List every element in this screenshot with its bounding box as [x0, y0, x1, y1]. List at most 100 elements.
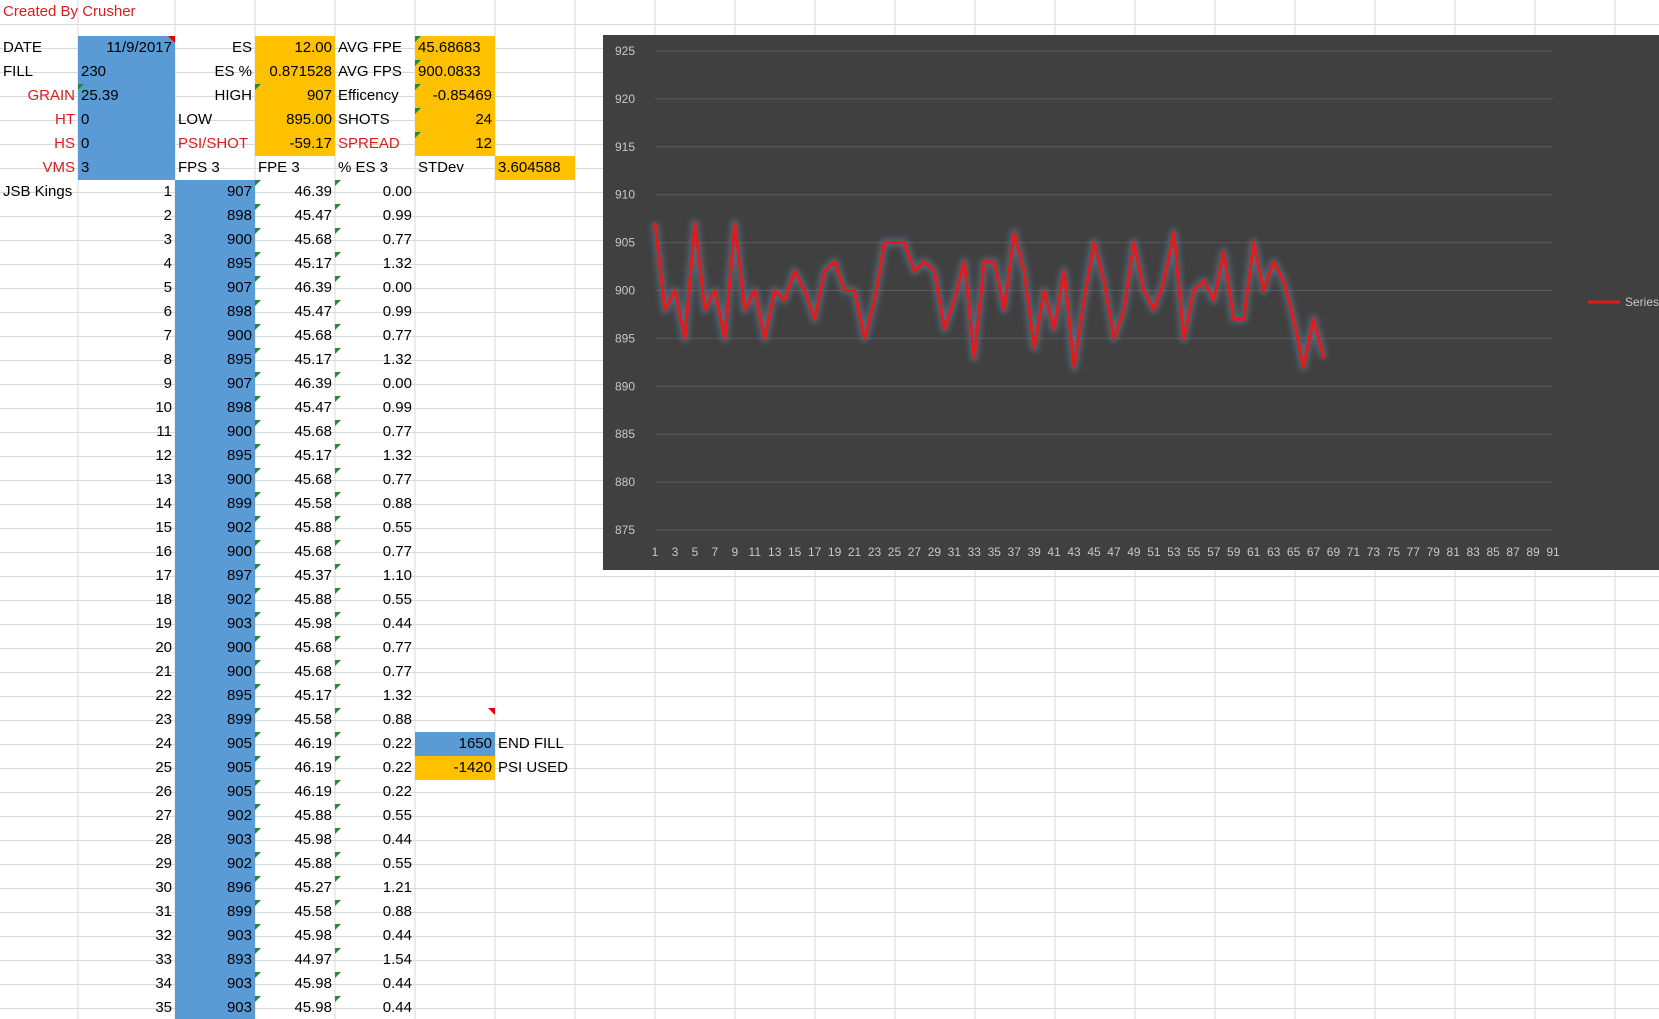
shot-fps[interactable]: 900 — [175, 324, 255, 348]
value-vms[interactable]: 3 — [78, 156, 175, 180]
shot-fpe[interactable]: 45.68 — [255, 636, 335, 660]
shot-number[interactable]: 25 — [78, 756, 175, 780]
shot-fps[interactable]: 905 — [175, 780, 255, 804]
shot-number[interactable]: 7 — [78, 324, 175, 348]
shot-number[interactable]: 8 — [78, 348, 175, 372]
shot-pct-es[interactable]: 1.21 — [335, 876, 415, 900]
shot-fps[interactable]: 903 — [175, 828, 255, 852]
value-fill[interactable]: 230 — [78, 60, 175, 84]
label-avg-fpe[interactable]: AVG FPE — [335, 36, 415, 60]
value-high[interactable]: 907 — [255, 84, 335, 108]
shot-fps[interactable]: 900 — [175, 636, 255, 660]
shot-pct-es[interactable]: 0.55 — [335, 804, 415, 828]
shot-fpe[interactable]: 45.88 — [255, 852, 335, 876]
shot-pct-es[interactable]: 0.55 — [335, 852, 415, 876]
shot-pct-es[interactable]: 0.77 — [335, 468, 415, 492]
label-grain[interactable]: GRAIN — [0, 84, 78, 108]
label-vms[interactable]: VMS — [0, 156, 78, 180]
value-psi-shot[interactable]: -59.17 — [255, 132, 335, 156]
shot-pct-es[interactable]: 1.32 — [335, 252, 415, 276]
shot-fps[interactable]: 907 — [175, 372, 255, 396]
shot-number[interactable]: 34 — [78, 972, 175, 996]
shot-pct-es[interactable]: 0.44 — [335, 828, 415, 852]
value-es-pct[interactable]: 0.871528 — [255, 60, 335, 84]
shot-number[interactable]: 29 — [78, 852, 175, 876]
shot-pct-es[interactable]: 0.88 — [335, 492, 415, 516]
shot-pct-es[interactable]: 0.22 — [335, 780, 415, 804]
shot-fpe[interactable]: 45.47 — [255, 300, 335, 324]
shot-fpe[interactable]: 45.88 — [255, 588, 335, 612]
shot-pct-es[interactable]: 0.77 — [335, 540, 415, 564]
shot-fps[interactable]: 896 — [175, 876, 255, 900]
shot-pct-es[interactable]: 0.44 — [335, 996, 415, 1019]
shot-number[interactable]: 23 — [78, 708, 175, 732]
value-date[interactable]: 11/9/2017 — [78, 36, 175, 60]
header-fps3[interactable]: FPS 3 — [175, 156, 255, 180]
shot-number[interactable]: 18 — [78, 588, 175, 612]
shot-number[interactable]: 9 — [78, 372, 175, 396]
shot-pct-es[interactable]: 0.99 — [335, 204, 415, 228]
value-grain[interactable]: 25.39 — [78, 84, 175, 108]
shot-pct-es[interactable]: 0.22 — [335, 756, 415, 780]
shot-fps[interactable]: 900 — [175, 660, 255, 684]
shot-pct-es[interactable]: 1.32 — [335, 684, 415, 708]
shot-number[interactable]: 21 — [78, 660, 175, 684]
shot-fps[interactable]: 903 — [175, 612, 255, 636]
shot-fpe[interactable]: 45.27 — [255, 876, 335, 900]
shot-number[interactable]: 33 — [78, 948, 175, 972]
shot-fps[interactable]: 900 — [175, 540, 255, 564]
label-avg-fps[interactable]: AVG FPS — [335, 60, 415, 84]
shot-pct-es[interactable]: 1.10 — [335, 564, 415, 588]
shot-fps[interactable]: 900 — [175, 228, 255, 252]
header-pct-es3[interactable]: % ES 3 — [335, 156, 415, 180]
shot-number[interactable]: 31 — [78, 900, 175, 924]
shot-fpe[interactable]: 45.58 — [255, 708, 335, 732]
shot-number[interactable]: 15 — [78, 516, 175, 540]
shot-fps[interactable]: 902 — [175, 516, 255, 540]
spreadsheet-grid[interactable]: DATE 11/9/2017 ES 12.00 AVG FPE 45.68683 FILL 2… — [0, 0, 1659, 1019]
shot-pct-es[interactable]: 0.99 — [335, 396, 415, 420]
shot-fpe[interactable]: 45.98 — [255, 924, 335, 948]
shot-fps[interactable]: 895 — [175, 444, 255, 468]
shot-fpe[interactable]: 45.88 — [255, 804, 335, 828]
shot-fps[interactable]: 903 — [175, 924, 255, 948]
shot-fpe[interactable]: 45.68 — [255, 324, 335, 348]
label-shots[interactable]: SHOTS — [335, 108, 415, 132]
shot-fps[interactable]: 902 — [175, 852, 255, 876]
shot-number[interactable]: 16 — [78, 540, 175, 564]
value-spread[interactable]: 12 — [415, 132, 495, 156]
label-psi-used[interactable]: PSI USED — [495, 756, 575, 780]
shot-pct-es[interactable]: 0.88 — [335, 900, 415, 924]
shot-number[interactable]: 17 — [78, 564, 175, 588]
shot-fpe[interactable]: 45.17 — [255, 348, 335, 372]
value-avg-fps[interactable]: 900.0833 — [415, 60, 495, 84]
shot-pct-es[interactable]: 1.54 — [335, 948, 415, 972]
value-end-fill[interactable]: 1650 — [415, 732, 495, 756]
shot-number[interactable]: 4 — [78, 252, 175, 276]
shot-fpe[interactable]: 45.68 — [255, 468, 335, 492]
shot-number[interactable]: 2 — [78, 204, 175, 228]
shot-fps[interactable]: 899 — [175, 492, 255, 516]
shot-number[interactable]: 24 — [78, 732, 175, 756]
shot-pct-es[interactable]: 1.32 — [335, 444, 415, 468]
label-stdev[interactable]: STDev — [415, 156, 495, 180]
shot-fpe[interactable]: 46.19 — [255, 780, 335, 804]
shot-number[interactable]: 14 — [78, 492, 175, 516]
shot-fpe[interactable]: 46.39 — [255, 180, 335, 204]
shot-fpe[interactable]: 45.37 — [255, 564, 335, 588]
shot-number[interactable]: 12 — [78, 444, 175, 468]
shot-number[interactable]: 3 — [78, 228, 175, 252]
label-high[interactable]: HIGH — [175, 84, 255, 108]
shot-number[interactable]: 30 — [78, 876, 175, 900]
label-spread[interactable]: SPREAD — [335, 132, 415, 156]
shot-fpe[interactable]: 45.58 — [255, 492, 335, 516]
shot-pct-es[interactable]: 0.99 — [335, 300, 415, 324]
shot-fpe[interactable]: 45.98 — [255, 996, 335, 1019]
shot-number[interactable]: 22 — [78, 684, 175, 708]
shot-fps[interactable]: 907 — [175, 276, 255, 300]
shot-pct-es[interactable]: 0.00 — [335, 180, 415, 204]
value-ht[interactable]: 0 — [78, 108, 175, 132]
shot-fpe[interactable]: 45.98 — [255, 612, 335, 636]
label-hs[interactable]: HS — [0, 132, 78, 156]
shot-pct-es[interactable]: 0.77 — [335, 660, 415, 684]
